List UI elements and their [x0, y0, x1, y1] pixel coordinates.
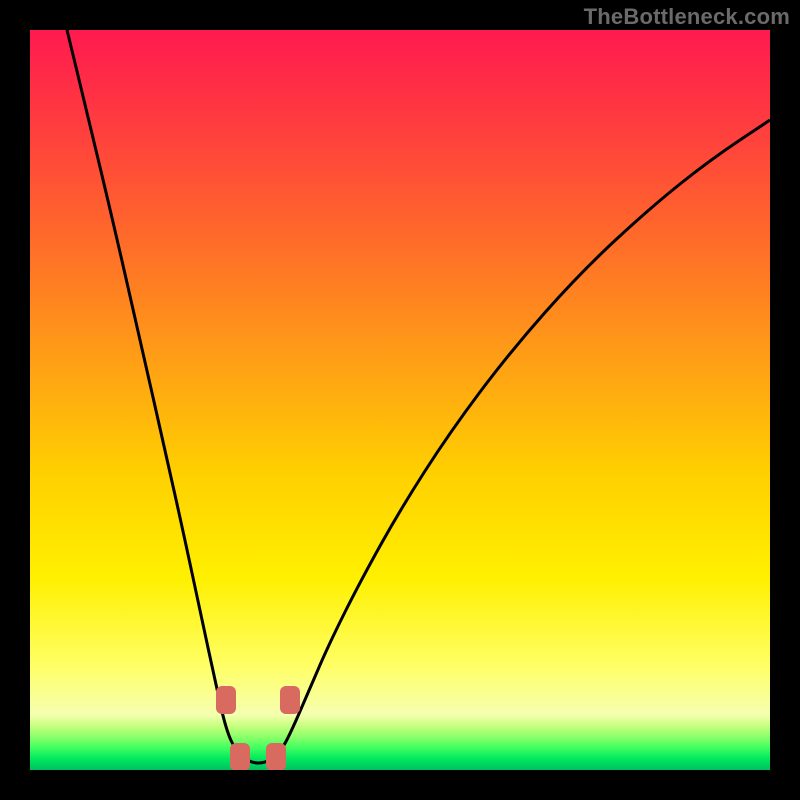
marker-left-lower: [230, 743, 250, 770]
chart-svg: [30, 30, 770, 770]
outer-frame: TheBottleneck.com: [0, 0, 800, 800]
marker-left-upper: [216, 686, 236, 714]
marker-right-lower: [266, 743, 286, 770]
bottleneck-curve: [67, 30, 770, 763]
plot-area: [30, 30, 770, 770]
marker-right-upper: [280, 686, 300, 714]
marker-group: [216, 686, 300, 770]
watermark-text: TheBottleneck.com: [584, 4, 790, 30]
